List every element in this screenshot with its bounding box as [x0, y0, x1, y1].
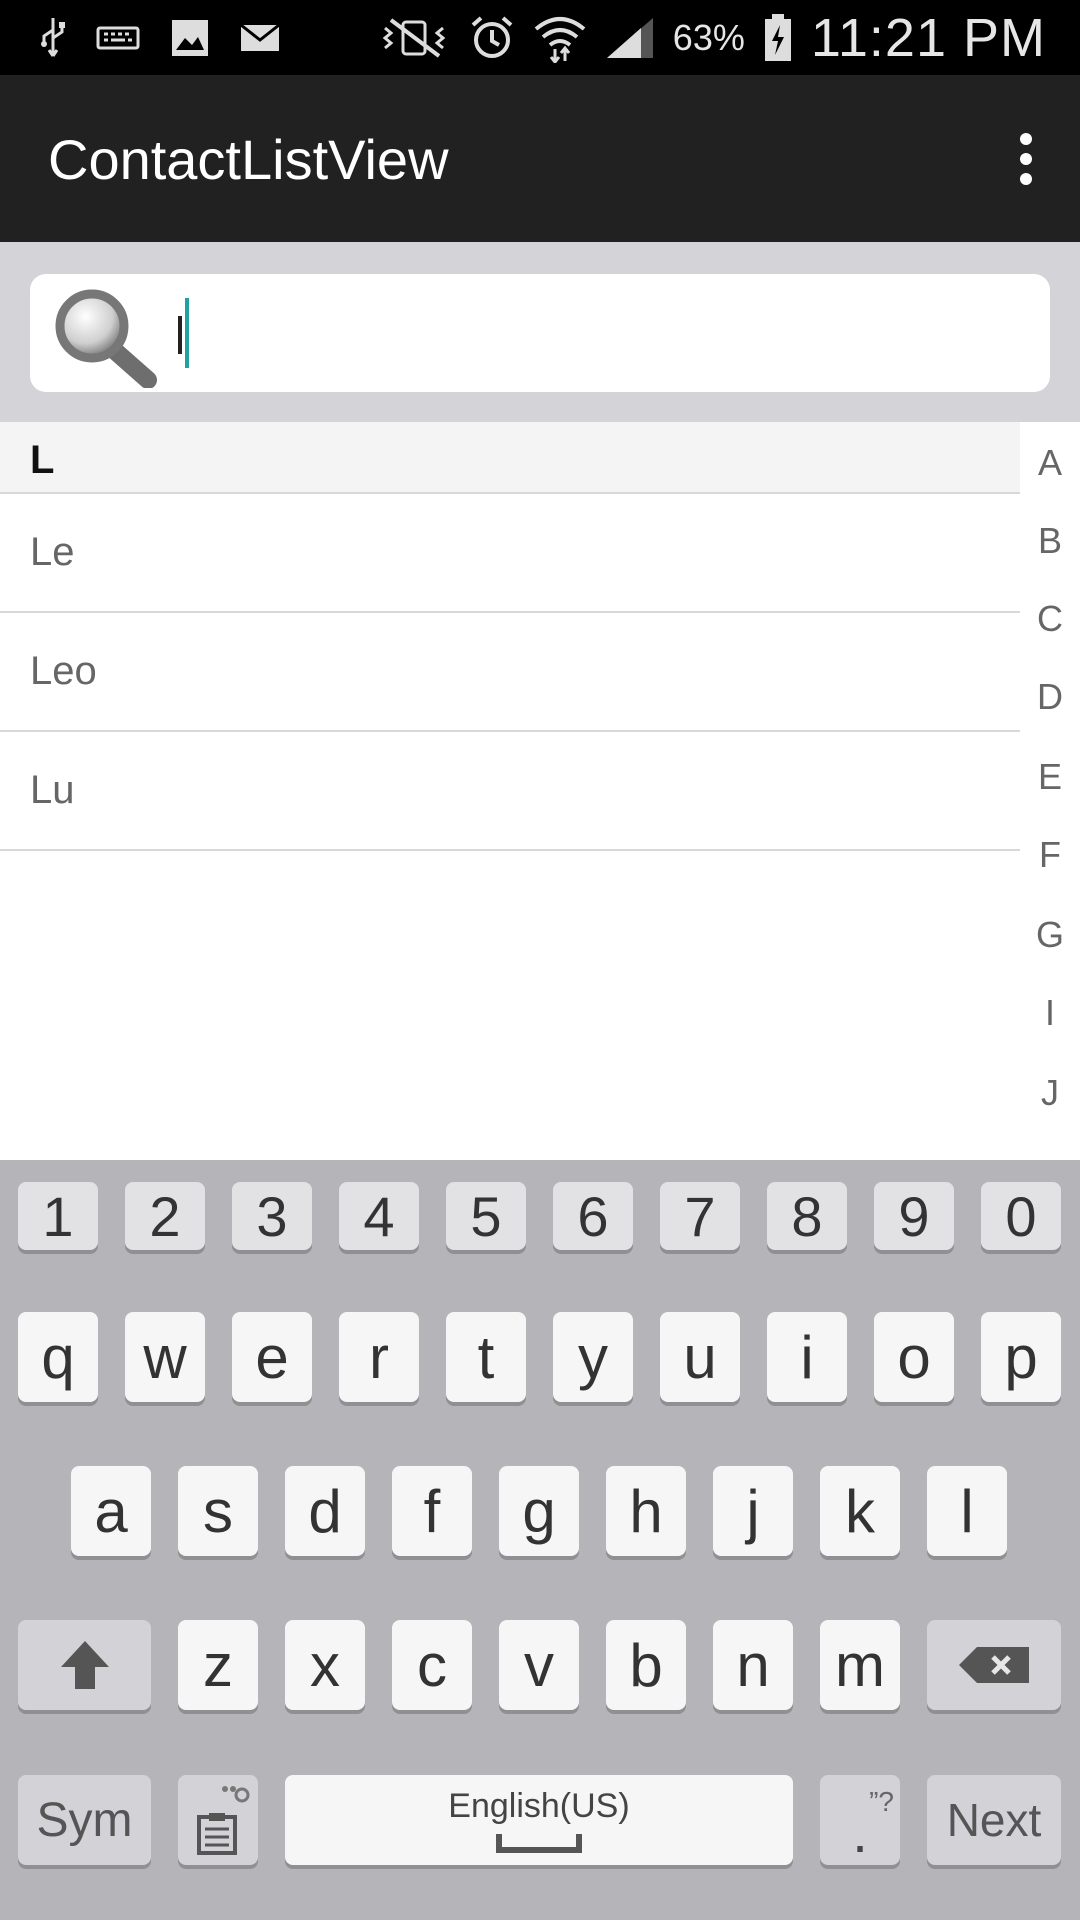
index-letter[interactable]: G: [1020, 914, 1080, 956]
index-letter[interactable]: B: [1020, 520, 1080, 562]
contact-list: L Le Leo Lu: [0, 422, 1020, 851]
key-m[interactable]: m: [820, 1620, 900, 1710]
index-letter[interactable]: D: [1020, 676, 1080, 718]
shift-arrow-icon: [60, 1641, 109, 1689]
alarm-icon: [471, 15, 513, 58]
next-key-label: Next: [946, 1794, 1042, 1846]
search-box[interactable]: [30, 274, 1050, 392]
key-8[interactable]: 8: [767, 1182, 847, 1250]
index-letter[interactable]: E: [1020, 756, 1080, 798]
contact-item[interactable]: Lu: [0, 732, 1020, 851]
key-l[interactable]: l: [927, 1466, 1007, 1556]
sym-key[interactable]: Sym: [18, 1775, 151, 1865]
key-p[interactable]: p: [981, 1312, 1061, 1402]
key-f[interactable]: f: [392, 1466, 472, 1556]
section-header: L: [0, 422, 1020, 494]
usb-icon: [41, 18, 65, 57]
key-s[interactable]: s: [178, 1466, 258, 1556]
soft-keyboard: 1 2 3 4 5 6 7 8 9 0 q w e r t y u i o p …: [0, 1160, 1080, 1920]
contact-item[interactable]: Leo: [0, 613, 1020, 732]
index-letter[interactable]: A: [1020, 442, 1080, 484]
search-input[interactable]: [202, 294, 1022, 370]
key-4[interactable]: 4: [339, 1182, 419, 1250]
backspace-key[interactable]: [927, 1620, 1061, 1710]
key-z[interactable]: z: [178, 1620, 258, 1710]
status-bar: 63% 11:21 PM: [0, 0, 1080, 75]
key-q[interactable]: q: [18, 1312, 98, 1402]
period-key-hint: ”?: [869, 1786, 894, 1817]
clipboard-settings-key[interactable]: [178, 1775, 258, 1865]
next-key[interactable]: Next: [927, 1775, 1061, 1865]
key-e[interactable]: e: [232, 1312, 312, 1402]
key-j[interactable]: j: [713, 1466, 793, 1556]
app-title: ContactListView: [48, 128, 449, 191]
battery-charging-icon: [764, 13, 791, 61]
text-cursor-i: [178, 316, 182, 354]
sym-key-label: Sym: [36, 1793, 133, 1847]
overflow-dot-icon: [1020, 173, 1032, 185]
key-o[interactable]: o: [874, 1312, 954, 1402]
key-c[interactable]: c: [392, 1620, 472, 1710]
alphabet-index[interactable]: A B C D E F G I J: [1020, 422, 1080, 1160]
vibrate-mute-icon: [382, 17, 446, 58]
space-key[interactable]: English(US): [285, 1775, 793, 1865]
key-b[interactable]: b: [606, 1620, 686, 1710]
key-0[interactable]: 0: [981, 1182, 1061, 1250]
wifi-icon: [534, 16, 586, 63]
key-v[interactable]: v: [499, 1620, 579, 1710]
text-caret: [185, 298, 189, 368]
key-d[interactable]: d: [285, 1466, 365, 1556]
key-y[interactable]: y: [553, 1312, 633, 1402]
system-icons: 63% 11:21 PM: [381, 0, 1046, 75]
key-r[interactable]: r: [339, 1312, 419, 1402]
key-7[interactable]: 7: [660, 1182, 740, 1250]
space-bar-icon: [496, 1833, 582, 1853]
key-1[interactable]: 1: [18, 1182, 98, 1250]
key-u[interactable]: u: [660, 1312, 740, 1402]
backspace-icon: [959, 1647, 1029, 1683]
key-6[interactable]: 6: [553, 1182, 633, 1250]
space-key-label: English(US): [448, 1786, 630, 1825]
index-letter[interactable]: I: [1020, 992, 1080, 1034]
contact-item[interactable]: Le: [0, 494, 1020, 613]
search-icon: [55, 289, 157, 388]
app-bar: ContactListView: [0, 75, 1080, 242]
key-i[interactable]: i: [767, 1312, 847, 1402]
keyboard-icon: [96, 26, 140, 50]
image-icon: [172, 20, 208, 56]
key-3[interactable]: 3: [232, 1182, 312, 1250]
overflow-dot-icon: [1020, 133, 1032, 145]
key-9[interactable]: 9: [874, 1182, 954, 1250]
key-w[interactable]: w: [125, 1312, 205, 1402]
index-letter[interactable]: F: [1020, 834, 1080, 876]
key-t[interactable]: t: [446, 1312, 526, 1402]
key-g[interactable]: g: [499, 1466, 579, 1556]
key-h[interactable]: h: [606, 1466, 686, 1556]
key-5[interactable]: 5: [446, 1182, 526, 1250]
key-x[interactable]: x: [285, 1620, 365, 1710]
clipboard-icon: [197, 1786, 250, 1855]
key-a[interactable]: a: [71, 1466, 151, 1556]
key-k[interactable]: k: [820, 1466, 900, 1556]
search-area: [0, 242, 1080, 422]
index-letter[interactable]: C: [1020, 598, 1080, 640]
key-2[interactable]: 2: [125, 1182, 205, 1250]
shift-key[interactable]: [18, 1620, 151, 1710]
period-key-label: .: [852, 1801, 868, 1864]
overflow-dot-icon: [1020, 153, 1032, 165]
key-n[interactable]: n: [713, 1620, 793, 1710]
email-icon: [240, 23, 280, 51]
overflow-menu-button[interactable]: [1000, 127, 1050, 197]
index-letter[interactable]: J: [1020, 1072, 1080, 1114]
signal-icon: [606, 17, 653, 58]
notification-icons: [40, 10, 280, 66]
period-key[interactable]: ”? .: [820, 1775, 900, 1865]
clock: 11:21 PM: [810, 7, 1046, 68]
battery-percent: 63%: [672, 16, 745, 58]
